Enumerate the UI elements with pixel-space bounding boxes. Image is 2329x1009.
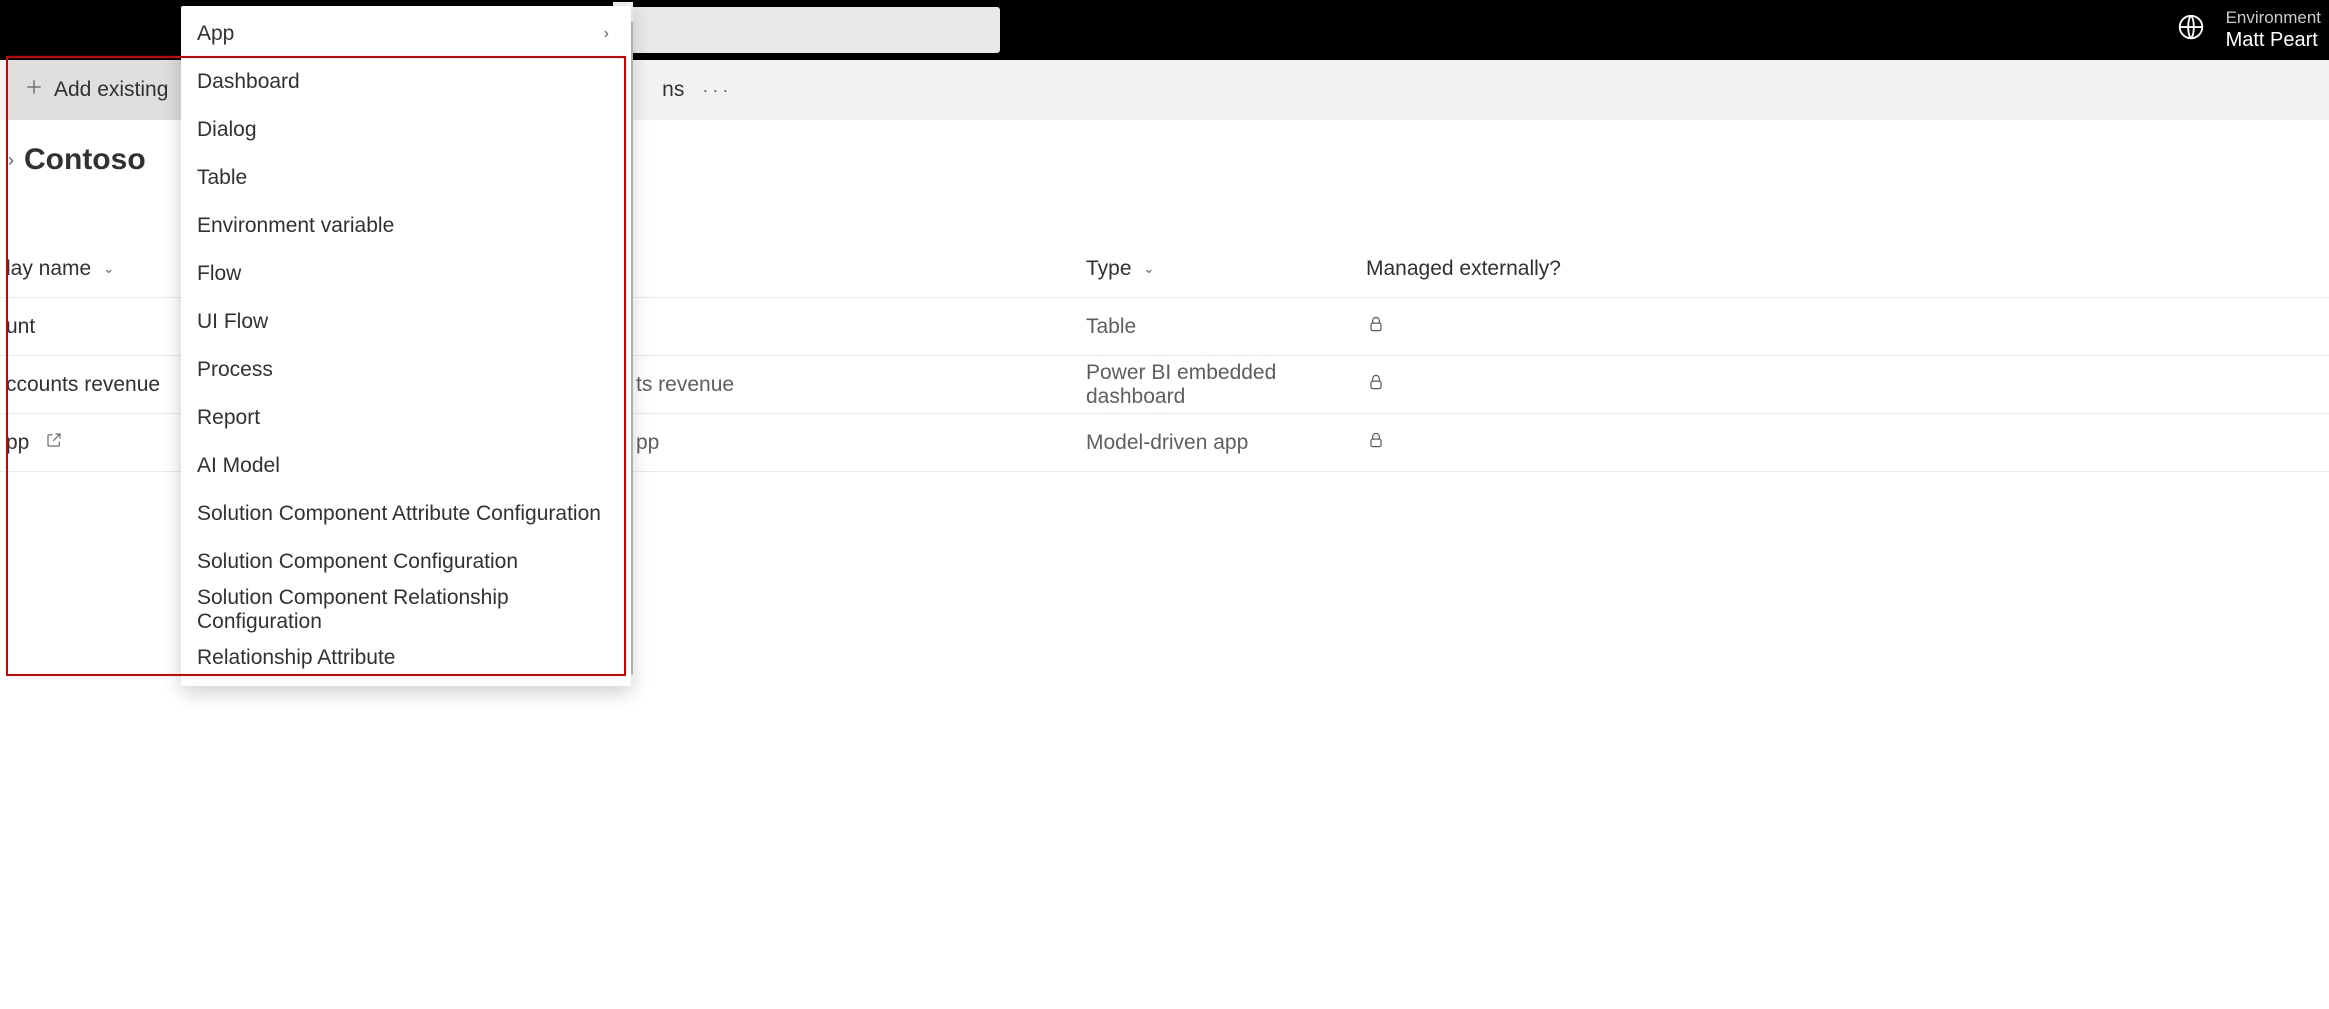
- lock-icon: [1366, 314, 2329, 340]
- dropdown-item-app[interactable]: App ›: [181, 10, 631, 58]
- chevron-right-icon[interactable]: ›: [8, 150, 14, 171]
- dropdown-item-dashboard[interactable]: Dashboard: [181, 58, 631, 106]
- dropdown-item-solution-component-configuration[interactable]: Solution Component Configuration: [181, 538, 631, 586]
- column-header-type[interactable]: Type ⌄: [1086, 257, 1366, 281]
- open-external-icon[interactable]: [45, 431, 63, 454]
- chevron-down-icon: ⌄: [1144, 261, 1155, 277]
- row-type: Model-driven app: [1086, 431, 1366, 455]
- dropdown-item-dialog[interactable]: Dialog: [181, 106, 631, 154]
- chevron-down-icon: ⌄: [103, 261, 114, 277]
- dropdown-item-environment-variable[interactable]: Environment variable: [181, 202, 631, 250]
- search-input[interactable]: [630, 7, 1000, 53]
- row-name: ts revenue: [636, 373, 1086, 397]
- dropdown-item-ui-flow[interactable]: UI Flow: [181, 298, 631, 346]
- globe-icon: [2176, 12, 2206, 48]
- chevron-right-icon: ›: [604, 25, 609, 43]
- command-fragment: ns: [662, 78, 684, 102]
- more-commands-button[interactable]: ···: [702, 80, 732, 101]
- row-type: Power BI embedded dashboard: [1086, 361, 1366, 409]
- row-type: Table: [1086, 315, 1366, 339]
- plus-icon: [24, 77, 44, 103]
- dropdown-item-flow[interactable]: Flow: [181, 250, 631, 298]
- dropdown-item-solution-component-attribute-configuration[interactable]: Solution Component Attribute Configurati…: [181, 490, 631, 538]
- environment-label: Environment: [2226, 8, 2321, 28]
- lock-icon: [1366, 372, 2329, 398]
- dropdown-item-solution-component-relationship-configuration[interactable]: Solution Component Relationship Configur…: [181, 586, 631, 634]
- dropdown-item-ai-model[interactable]: AI Model: [181, 442, 631, 490]
- page-title: Contoso: [24, 143, 146, 177]
- add-existing-dropdown: App › Dashboard Dialog Table Environment…: [181, 6, 631, 686]
- column-header-managed-externally[interactable]: Managed externally?: [1366, 257, 2329, 281]
- add-existing-label: Add existing: [54, 78, 168, 102]
- environment-switcher[interactable]: Environment Matt Peart: [2176, 8, 2321, 52]
- environment-name: Matt Peart: [2226, 28, 2321, 52]
- lock-icon: [1366, 430, 2329, 456]
- row-name: pp: [636, 431, 1086, 455]
- dropdown-item-report[interactable]: Report: [181, 394, 631, 442]
- dropdown-item-table[interactable]: Table: [181, 154, 631, 202]
- dropdown-item-process[interactable]: Process: [181, 346, 631, 394]
- dropdown-item-relationship-attribute[interactable]: Relationship Attribute: [181, 634, 631, 682]
